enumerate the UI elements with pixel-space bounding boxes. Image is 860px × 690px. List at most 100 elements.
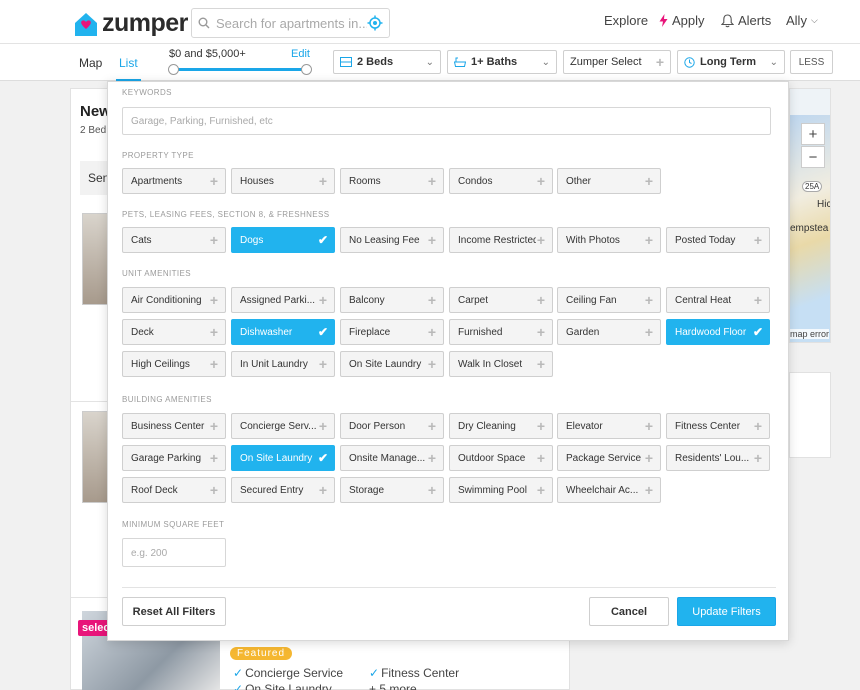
plus-icon: + xyxy=(318,173,328,189)
side-card xyxy=(789,372,831,458)
filter-chip[interactable]: Onsite Manage... + xyxy=(340,445,444,471)
filter-chip[interactable]: Ceiling Fan + xyxy=(557,287,661,313)
filter-chip[interactable]: Air Conditioning + xyxy=(122,287,226,313)
tab-map[interactable]: Map xyxy=(79,56,102,70)
locate-icon[interactable] xyxy=(367,15,383,31)
filter-chip[interactable]: Dry Cleaning + xyxy=(449,413,553,439)
filter-chip[interactable]: Furnished + xyxy=(449,319,553,345)
filter-chip-label: Cats xyxy=(131,234,152,246)
plus-icon: + xyxy=(427,418,437,434)
filter-chip[interactable]: Deck + xyxy=(122,319,226,345)
filter-chip[interactable]: Dogs ✔ xyxy=(231,227,335,253)
filter-chip[interactable]: Condos + xyxy=(449,168,553,194)
search-input[interactable]: Search for apartments in... xyxy=(191,8,390,38)
map-panel[interactable]: + − 25A Hic empstea map error xyxy=(789,88,831,343)
zoom-out-button[interactable]: − xyxy=(801,146,825,168)
filter-chip[interactable]: Hardwood Floor ✔ xyxy=(666,319,770,345)
zumper-select-toggle[interactable]: Zumper Select + xyxy=(563,50,671,74)
plus-icon: + xyxy=(644,292,654,308)
filter-chip[interactable]: Dishwasher ✔ xyxy=(231,319,335,345)
filter-chip-label: Business Center xyxy=(131,420,205,432)
filter-chip-label: Walk In Closet xyxy=(458,358,523,370)
nav-apply-label: Apply xyxy=(672,13,705,28)
baths-select[interactable]: 1+ Baths ⌄ xyxy=(447,50,557,74)
filter-chip[interactable]: Assigned Parki... + xyxy=(231,287,335,313)
price-edit-link[interactable]: Edit xyxy=(291,48,310,60)
filter-chip[interactable]: Storage + xyxy=(340,477,444,503)
nav-explore[interactable]: Explore xyxy=(604,13,648,28)
filter-chip[interactable]: Residents' Lou... + xyxy=(666,445,770,471)
plus-icon: + xyxy=(644,173,654,189)
filter-chip[interactable]: Garage Parking + xyxy=(122,445,226,471)
filter-chip[interactable]: Rooms + xyxy=(340,168,444,194)
filter-chip[interactable]: Carpet + xyxy=(449,287,553,313)
price-slider-min-handle[interactable] xyxy=(168,64,179,75)
filter-chip[interactable]: Houses + xyxy=(231,168,335,194)
filter-chip[interactable]: Walk In Closet + xyxy=(449,351,553,377)
filter-chip[interactable]: Outdoor Space + xyxy=(449,445,553,471)
amenity-item: ✓ Concierge Service xyxy=(233,666,343,680)
zoom-in-button[interactable]: + xyxy=(801,123,825,145)
check-icon: ✓ xyxy=(369,666,380,680)
filter-chip[interactable]: Wheelchair Ac... + xyxy=(557,477,661,503)
filter-chip-label: No Leasing Fee xyxy=(349,234,420,246)
filter-chip[interactable]: Cats + xyxy=(122,227,226,253)
filter-chip[interactable]: Secured Entry + xyxy=(231,477,335,503)
clock-icon xyxy=(684,56,695,68)
filter-chip[interactable]: Apartments + xyxy=(122,168,226,194)
plus-icon: + xyxy=(209,356,219,372)
tab-list[interactable]: List xyxy=(116,56,141,81)
filter-chip[interactable]: In Unit Laundry + xyxy=(231,351,335,377)
filter-chip[interactable]: Package Service + xyxy=(557,445,661,471)
filter-chip[interactable]: Door Person + xyxy=(340,413,444,439)
plus-icon: + xyxy=(644,324,654,340)
filter-chip-label: Roof Deck xyxy=(131,484,178,496)
reset-filters-button[interactable]: Reset All Filters xyxy=(122,597,226,626)
plus-icon: + xyxy=(655,54,664,70)
route-shield: 25A xyxy=(802,181,823,192)
zumper-select-label: Zumper Select xyxy=(570,56,642,68)
price-slider-track[interactable] xyxy=(173,68,307,71)
nav-apply[interactable]: Apply xyxy=(659,13,705,28)
filter-chip[interactable]: High Ceilings + xyxy=(122,351,226,377)
filter-chip-label: Hardwood Floor xyxy=(675,326,747,338)
min-sqft-input[interactable]: e.g. 200 xyxy=(122,538,226,567)
check-icon: ✔ xyxy=(753,325,764,339)
less-filters-button[interactable]: LESS xyxy=(790,50,833,74)
lightning-icon xyxy=(659,14,668,27)
filter-chip[interactable]: Posted Today + xyxy=(666,227,770,253)
filter-chip[interactable]: Business Center + xyxy=(122,413,226,439)
min-sqft-label: MINIMUM SQUARE FEET xyxy=(122,520,225,529)
filter-chip[interactable]: With Photos + xyxy=(557,227,661,253)
filter-chip[interactable]: No Leasing Fee + xyxy=(340,227,444,253)
plus-icon: + xyxy=(427,450,437,466)
price-slider-max-handle[interactable] xyxy=(301,64,312,75)
search-placeholder: Search for apartments in... xyxy=(216,15,367,31)
filter-chip[interactable]: Balcony + xyxy=(340,287,444,313)
filter-chip[interactable]: Other + xyxy=(557,168,661,194)
keywords-input[interactable]: Garage, Parking, Furnished, etc xyxy=(122,107,771,135)
filter-chip-label: Rooms xyxy=(349,175,381,187)
nav-alerts[interactable]: Alerts xyxy=(721,13,771,28)
filter-chip[interactable]: Elevator + xyxy=(557,413,661,439)
filter-chip[interactable]: Concierge Serv... + xyxy=(231,413,335,439)
filter-chip[interactable]: Roof Deck + xyxy=(122,477,226,503)
filter-chip[interactable]: Fitness Center + xyxy=(666,413,770,439)
beds-select[interactable]: 2 Beds ⌄ xyxy=(333,50,441,74)
lease-term-select[interactable]: Long Term ⌄ xyxy=(677,50,785,74)
cancel-button[interactable]: Cancel xyxy=(589,597,669,626)
filter-chip[interactable]: On Site Laundry + xyxy=(340,351,444,377)
filter-chip[interactable]: On Site Laundry ✔ xyxy=(231,445,335,471)
plus-icon: + xyxy=(209,324,219,340)
update-filters-button[interactable]: Update Filters xyxy=(677,597,776,626)
filter-chip[interactable]: Swimming Pool + xyxy=(449,477,553,503)
zumper-logo[interactable]: zumper xyxy=(73,9,188,38)
filter-chip[interactable]: Garden + xyxy=(557,319,661,345)
more-amenities-link[interactable]: + 5 more xyxy=(369,682,417,690)
user-menu[interactable]: Ally ⌵ xyxy=(786,13,818,28)
filter-chip[interactable]: Income Restricted + xyxy=(449,227,553,253)
filter-chip-label: Assigned Parki... xyxy=(240,294,316,306)
filter-chip[interactable]: Central Heat + xyxy=(666,287,770,313)
amenity-label: Fitness Center xyxy=(381,666,460,680)
filter-chip[interactable]: Fireplace + xyxy=(340,319,444,345)
